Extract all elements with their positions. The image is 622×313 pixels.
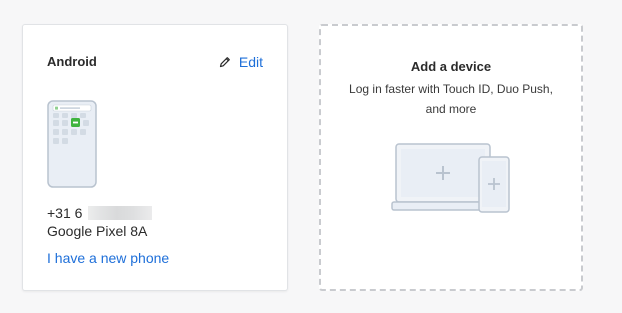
device-model: Google Pixel 8A (47, 223, 148, 239)
edit-button[interactable]: Edit (219, 54, 263, 70)
edit-label: Edit (238, 54, 263, 70)
add-device-button[interactable]: Add a device Log in faster with Touch ID… (319, 24, 583, 291)
phone-number-prefix: +31 6 (47, 205, 83, 221)
device-name: Android (47, 54, 97, 69)
phone-number: +31 6 (47, 205, 153, 221)
android-phone-illustration (47, 100, 97, 188)
laptop-phone-plus-illustration (391, 143, 510, 213)
add-device-description: Log in faster with Touch ID, Duo Push, a… (349, 82, 553, 116)
device-card-header: Android Edit (47, 54, 263, 73)
device-card: Android Edit +31 6 Google Pixel 8A I hav… (22, 24, 288, 291)
new-phone-link[interactable]: I have a new phone (47, 250, 169, 266)
add-device-title: Add a device (410, 59, 492, 74)
redacted-phone-digits (88, 206, 153, 220)
pencil-icon (219, 57, 230, 68)
